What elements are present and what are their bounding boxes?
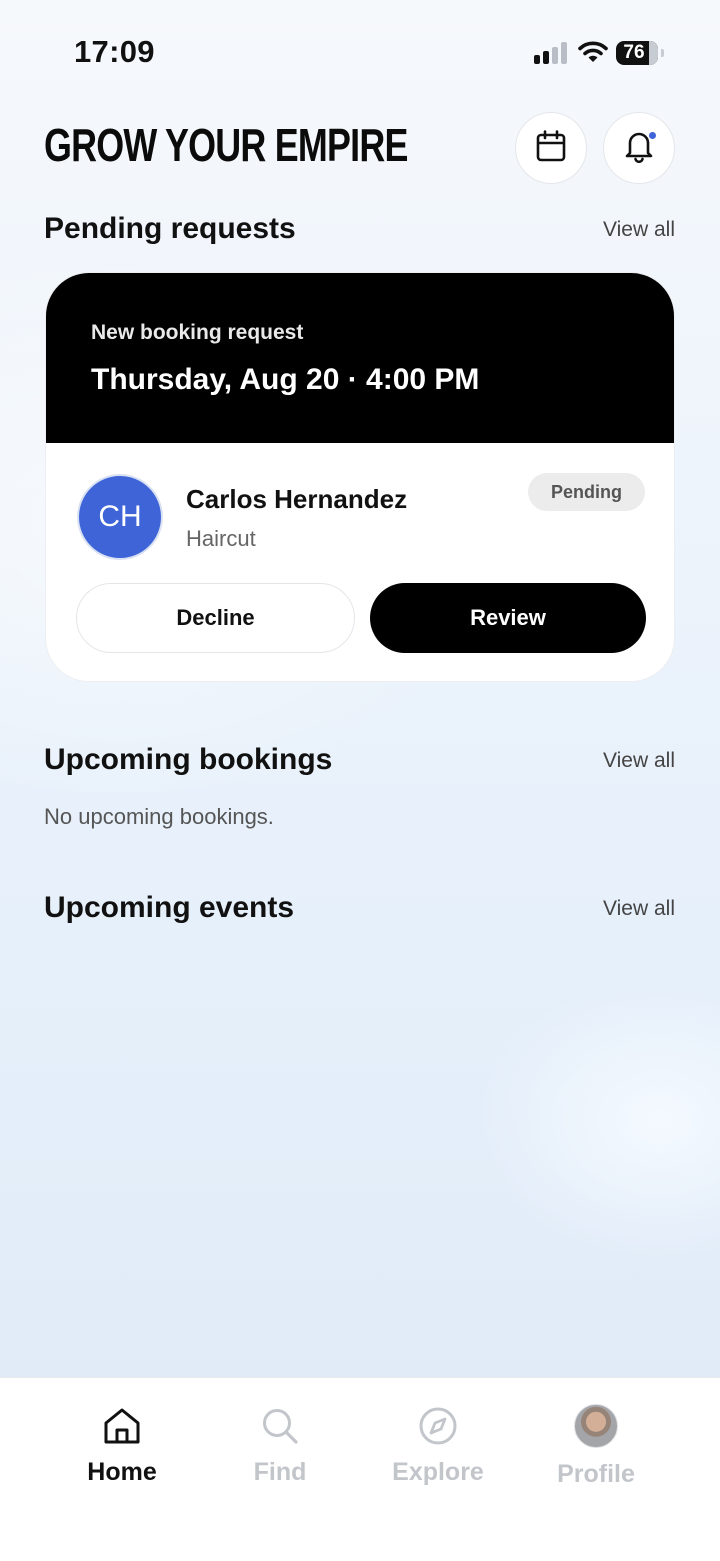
nav-label-find: Find bbox=[253, 1458, 307, 1486]
client-name: Carlos Hernandez bbox=[186, 484, 408, 514]
nav-label-profile: Profile bbox=[557, 1460, 635, 1488]
bookings-empty-text: No upcoming bookings. bbox=[44, 804, 274, 829]
calendar-icon bbox=[536, 129, 566, 167]
upcoming-events-title: Upcoming events bbox=[44, 891, 295, 924]
request-datetime: Thursday, Aug 20 · 4:00 PM bbox=[91, 363, 480, 396]
nav-label-home: Home bbox=[87, 1458, 157, 1486]
search-icon bbox=[258, 1404, 302, 1448]
battery-level: 76 bbox=[623, 42, 645, 63]
notifications-button[interactable] bbox=[603, 112, 675, 184]
upcoming-bookings-title: Upcoming bookings bbox=[44, 743, 333, 776]
review-button[interactable]: Review bbox=[370, 583, 646, 653]
nav-item-explore[interactable]: Explore bbox=[363, 1378, 513, 1508]
request-kicker: New booking request bbox=[91, 321, 304, 344]
status-badge: Pending bbox=[528, 473, 645, 511]
request-card-header: New booking request Thursday, Aug 20 · 4… bbox=[46, 273, 674, 443]
events-view-all-link[interactable]: View all bbox=[603, 897, 675, 921]
nav-item-find[interactable]: Find bbox=[205, 1378, 355, 1508]
bottom-nav: Home Find Explore Profile bbox=[0, 1377, 720, 1561]
compass-icon bbox=[416, 1404, 460, 1448]
nav-item-profile[interactable]: Profile bbox=[521, 1378, 671, 1508]
cellular-signal-icon bbox=[534, 42, 568, 64]
home-icon bbox=[100, 1404, 144, 1448]
calendar-button[interactable] bbox=[515, 112, 587, 184]
pending-requests-title: Pending requests bbox=[44, 212, 296, 245]
notification-dot bbox=[648, 131, 657, 140]
client-avatar: CH bbox=[77, 474, 163, 560]
bookings-view-all-link[interactable]: View all bbox=[603, 749, 675, 773]
nav-item-home[interactable]: Home bbox=[47, 1378, 197, 1508]
page-title: GROW YOUR EMPIRE bbox=[44, 119, 408, 171]
nav-label-explore: Explore bbox=[392, 1458, 484, 1486]
wifi-icon bbox=[578, 40, 608, 64]
booking-request-card[interactable]: New booking request Thursday, Aug 20 · 4… bbox=[45, 272, 675, 682]
pending-view-all-link[interactable]: View all bbox=[603, 218, 675, 242]
decline-button[interactable]: Decline bbox=[76, 583, 355, 653]
status-time: 17:09 bbox=[74, 34, 155, 69]
battery-icon: 76 bbox=[616, 41, 664, 65]
status-bar: 17:09 76 bbox=[0, 0, 720, 100]
service-name: Haircut bbox=[186, 526, 256, 551]
profile-avatar bbox=[574, 1404, 618, 1448]
